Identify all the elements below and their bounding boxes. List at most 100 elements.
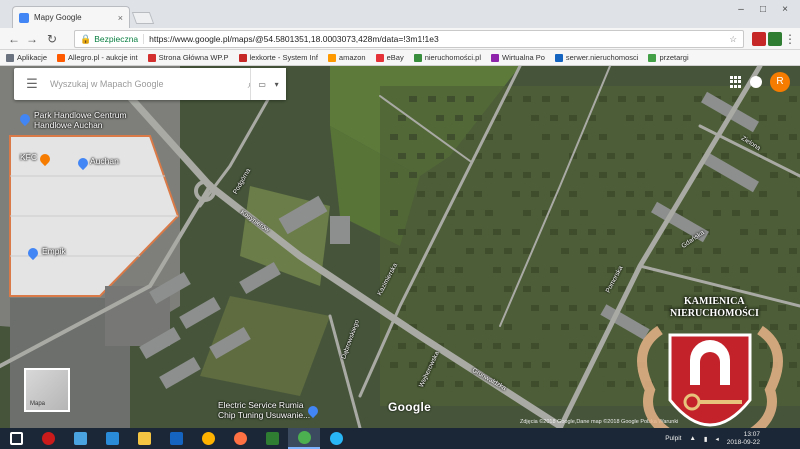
url-text[interactable]: https://www.google.pl/maps/@54.5801351,1… [149, 34, 723, 44]
network-icon[interactable]: ▮ [704, 435, 708, 443]
extension-green-icon[interactable] [768, 32, 782, 46]
label-centrum-2[interactable]: Handlowe Auchan [34, 120, 103, 130]
avatar[interactable]: R [770, 72, 790, 92]
bookmarks-bar: Aplikacje Allegro.pl - aukcje int Strona G… [0, 50, 800, 66]
volume-icon[interactable]: ◂ [715, 435, 718, 443]
chrome-icon [297, 431, 311, 444]
firefox-icon [233, 432, 247, 445]
taskbar-opera-button[interactable] [32, 428, 64, 449]
bookmark-star-icon[interactable]: ☆ [723, 34, 743, 45]
bookmark-item[interactable]: lexkorte - System Inf [238, 53, 318, 62]
forward-arrow-icon[interactable]: → [24, 31, 40, 47]
bookmark-favicon-icon [147, 53, 156, 62]
extension-abp-icon[interactable] [752, 32, 766, 46]
clock-time: 13:07 [743, 430, 760, 438]
label-kfc[interactable]: KFC [20, 152, 37, 162]
browser-toolbar: ← → ↻ 🔒 Bezpieczna https://www.google.pl… [0, 28, 800, 50]
windows-icon [9, 432, 23, 445]
bookmark-favicon-icon [238, 53, 247, 62]
notifications-icon[interactable] [750, 76, 762, 88]
bookmark-label: serwer.nieruchomosci [565, 53, 639, 62]
address-bar[interactable]: 🔒 Bezpieczna https://www.google.pl/maps/… [74, 30, 744, 48]
bookmark-favicon-icon [648, 53, 657, 62]
taskbar-chrome-button[interactable] [288, 428, 320, 449]
tab-close-icon[interactable]: × [118, 13, 123, 23]
taskbar-windows-button[interactable] [0, 428, 32, 449]
label-service[interactable]: Electric Service Rumia [218, 400, 304, 410]
bookmark-label: przetargi [659, 53, 689, 62]
smiley-icon [201, 432, 215, 445]
account-controls: R [730, 72, 790, 92]
bookmark-label: Allegro.pl - aukcje int [68, 53, 138, 62]
close-window-button[interactable]: × [774, 0, 796, 22]
bookmark-item[interactable]: Allegro.pl - aukcje int [57, 53, 138, 62]
bookmark-item[interactable]: Wirtualna Po [490, 53, 545, 62]
kamienica-watermark-logo: KAMIENICA NIERUCHOMOŚCI [620, 290, 800, 449]
lock-icon: 🔒 [80, 33, 92, 44]
maps-search-box: ☰ ⌕ [14, 68, 286, 100]
bookmark-favicon-icon [57, 53, 66, 62]
tab-maps[interactable]: Mapy Google × [12, 6, 130, 28]
bookmark-label: Aplikacje [17, 53, 48, 62]
taskbar-remote-button[interactable] [64, 428, 96, 449]
back-arrow-icon[interactable]: ← [6, 31, 22, 47]
bookmark-label: Wirtualna Po [501, 53, 545, 62]
bookmark-item[interactable]: serwer.nieruchomosci [554, 53, 639, 62]
clock[interactable]: 13:07 2018-09-22 [727, 431, 760, 447]
bookmark-label: Strona Główna WP.P [158, 53, 229, 62]
label-auchan[interactable]: Auchan [90, 156, 119, 166]
bookmark-favicon-icon [375, 53, 384, 62]
excel-icon [265, 432, 279, 445]
explorer-icon [137, 432, 151, 445]
taskbar-outlook-button[interactable] [160, 428, 192, 449]
label-empik[interactable]: Empik [42, 246, 66, 256]
maps-favicon-icon [19, 12, 29, 23]
label-centrum[interactable]: Park Handlowe Centrum [34, 110, 127, 120]
bookmark-item[interactable]: Strona Główna WP.P [147, 53, 229, 62]
taskbar-ie-button[interactable] [96, 428, 128, 449]
bookmark-favicon-icon [327, 53, 336, 62]
maximize-button[interactable]: □ [752, 0, 774, 22]
bookmark-item[interactable]: amazon [327, 53, 366, 62]
bookmark-label: eBay [386, 53, 404, 62]
bookmark-favicon-icon [490, 53, 499, 62]
reload-icon[interactable]: ↻ [44, 31, 60, 47]
taskbar-excel-button[interactable] [256, 428, 288, 449]
new-tab-button[interactable] [131, 12, 155, 24]
watermark-line-1: KAMIENICA [684, 296, 745, 307]
opera-icon [41, 432, 55, 445]
label-service-2[interactable]: Chip Tuning Usuwanie... [218, 410, 310, 420]
apps-grid-icon[interactable] [730, 76, 742, 88]
minimap-label: Mapa [30, 401, 46, 407]
remote-icon [73, 432, 87, 445]
bookmark-item[interactable]: nieruchomości.pl [413, 53, 481, 62]
secure-label: Bezpieczna [94, 34, 145, 44]
bookmark-favicon-icon [413, 53, 422, 62]
bookmark-item[interactable]: eBay [375, 53, 404, 62]
outlook-icon [169, 432, 183, 445]
skype-icon [329, 432, 343, 445]
menu-dots-icon[interactable]: ⋮ [782, 31, 798, 47]
map-type-toggle[interactable]: Mapa [24, 368, 70, 412]
menu-hamburger-icon[interactable]: ☰ [14, 76, 50, 92]
tray-label[interactable]: Pulpit [665, 435, 681, 442]
bookmark-label: amazon [338, 53, 366, 62]
google-logo: Google [388, 400, 432, 414]
minimize-button[interactable]: – [730, 0, 752, 22]
bookmark-label: lexkorte - System Inf [249, 53, 318, 62]
bookmark-label: nieruchomości.pl [424, 53, 481, 62]
taskbar-smiley-button[interactable] [192, 428, 224, 449]
watermark-line-2: NIERUCHOMOŚCI [670, 308, 759, 319]
layers-chevron-icon: ▾ [274, 79, 279, 89]
system-tray: Pulpit ▲ ▮ ◂ 13:07 2018-09-22 [665, 428, 760, 449]
search-input[interactable] [50, 74, 240, 94]
bookmark-item[interactable]: przetargi [648, 53, 689, 62]
tray-chevron-icon[interactable]: ▲ [689, 435, 695, 442]
bookmark-item[interactable]: Aplikacje [6, 53, 47, 62]
layers-icon: ▭ [258, 79, 266, 89]
taskbar-explorer-button[interactable] [128, 428, 160, 449]
tab-title: Mapy Google [34, 13, 82, 22]
taskbar-firefox-button[interactable] [224, 428, 256, 449]
layers-button[interactable]: ▭ ▾ [250, 68, 286, 100]
taskbar-skype-button[interactable] [320, 428, 352, 449]
